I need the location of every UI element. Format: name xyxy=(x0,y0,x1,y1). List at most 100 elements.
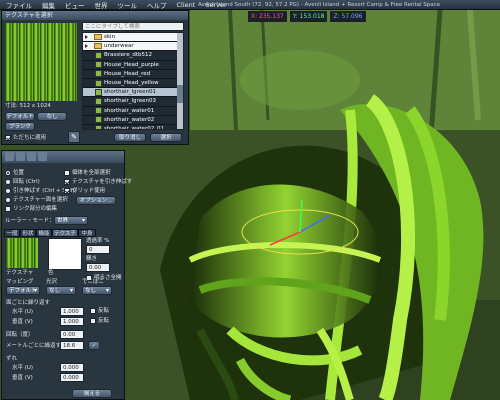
texture-folder-item[interactable]: skin xyxy=(83,33,183,43)
glow-input[interactable]: 0.00 xyxy=(86,263,110,272)
texture-list[interactable]: skin underwear Brassiere_dtb512 House_Head_… xyxy=(82,32,184,130)
cancel-button[interactable]: 取り消し xyxy=(114,133,146,142)
align-button[interactable]: 揃える xyxy=(72,389,112,398)
texture-list-item[interactable]: shorthair_water02 xyxy=(83,115,183,125)
v-scale-input[interactable]: 1.000 xyxy=(60,317,84,326)
menu-file[interactable]: ファイル xyxy=(6,0,32,10)
none-button[interactable]: なし xyxy=(37,112,67,121)
apply-now-checkbox[interactable] xyxy=(5,135,11,141)
texture-list-scrollbar[interactable] xyxy=(177,33,183,129)
build-tool-window: 位置 回転 (Ctrl) 引き伸ばす (Ctrl + Shift) テクスチャー… xyxy=(1,150,132,400)
select-face-radio[interactable] xyxy=(5,197,11,203)
blank-button[interactable]: ブランク xyxy=(5,122,35,131)
texture-list-item[interactable]: House_Head_red xyxy=(83,69,183,79)
tab-features[interactable]: 機能 xyxy=(36,229,52,237)
h-offset-input[interactable]: 0.000 xyxy=(60,363,84,372)
texture-icon xyxy=(95,116,102,124)
shininess-label: 光沢 xyxy=(46,279,58,285)
use-grid-label: グリッド使用 xyxy=(72,188,106,194)
eyedropper-icon[interactable]: ✎ xyxy=(68,131,80,143)
texture-list-item[interactable]: shorthair_lgreen03 xyxy=(83,97,183,107)
location-text: Avenli Island South (72, 92, 57.2 PG) - … xyxy=(198,2,441,8)
flip-h-label: 反転 xyxy=(98,308,110,314)
texture-list-item[interactable]: House_Head_yellow xyxy=(83,78,183,89)
grid-options-button[interactable]: オプション... xyxy=(76,196,116,205)
texture-item-label: Brassiere_dtb512 xyxy=(104,52,152,59)
position-radio[interactable] xyxy=(5,170,11,176)
texture-list-item[interactable]: shorthair_water02_01 xyxy=(83,124,183,129)
edit-linked-label: リンク部分の編集 xyxy=(13,206,58,212)
v-offset-label: 垂直 (V) xyxy=(12,375,33,381)
flip-v-checkbox[interactable] xyxy=(90,318,96,324)
position-radio-label: 位置 xyxy=(13,170,25,176)
select-all-checkbox[interactable] xyxy=(64,170,70,176)
expand-arrow-icon[interactable] xyxy=(85,35,88,40)
flip-v-label: 反転 xyxy=(98,318,110,324)
menu-client[interactable]: Client xyxy=(177,1,196,9)
edit-linked-checkbox[interactable] xyxy=(5,206,11,212)
glow-label: 輝き xyxy=(86,256,98,262)
bumpiness-select[interactable]: なし xyxy=(82,286,112,295)
select-button[interactable]: 選択 xyxy=(150,133,182,142)
texture-icon xyxy=(95,107,102,115)
rotation-input[interactable]: 0.00 xyxy=(60,330,84,339)
mapping-label: マッピング xyxy=(6,279,34,285)
texture-list-item[interactable]: shorthair_lgreen01 xyxy=(83,88,183,98)
move-tool-icon[interactable] xyxy=(5,152,14,161)
face-color-swatch[interactable] xyxy=(48,238,82,270)
menu-view[interactable]: ビュー xyxy=(65,0,85,10)
texture-picker-title: テクスチャを選択 xyxy=(2,11,188,20)
texture-folder-item[interactable]: underwear xyxy=(83,42,183,52)
apply-repeats-button[interactable]: ✓ xyxy=(88,341,100,350)
expand-arrow-icon[interactable] xyxy=(85,44,88,49)
tab-texture[interactable]: テクスチャ xyxy=(52,229,78,245)
transparency-input[interactable]: 0 xyxy=(86,245,110,254)
folder-icon xyxy=(94,34,102,41)
texture-picker-window: テクスチャを選択 寸法: 512 x 1024 デフォルト なし ブランク ただ… xyxy=(1,10,189,145)
ruler-mode-select[interactable]: 世界 xyxy=(54,216,88,225)
mapping-select[interactable]: デフォルト xyxy=(6,286,40,295)
menu-help[interactable]: ヘルプ xyxy=(147,0,167,10)
texture-preview xyxy=(5,23,77,101)
texture-icon xyxy=(95,88,102,96)
bumpiness-label: でこぼこ xyxy=(82,279,105,285)
rotate-tool-icon[interactable] xyxy=(16,152,25,161)
texture-list-item[interactable]: Brassiere_dtb512 xyxy=(83,51,183,61)
menu-edit[interactable]: 編集 xyxy=(42,0,55,10)
texture-item-label: skin xyxy=(104,34,116,40)
stretch-radio[interactable] xyxy=(5,188,11,194)
v-scale-label: 垂直 (V) xyxy=(12,319,33,325)
h-scale-input[interactable]: 1.000 xyxy=(60,307,84,316)
texture-icon xyxy=(95,125,102,129)
offset-label: ずれ xyxy=(6,356,18,362)
repeats-per-meter-input[interactable]: 18.6 xyxy=(60,341,84,350)
flip-h-checkbox[interactable] xyxy=(90,308,96,314)
rotation-label: 回転（度） xyxy=(6,332,34,338)
texture-list-scroll-thumb[interactable] xyxy=(177,85,183,103)
v-offset-input[interactable]: 0.000 xyxy=(60,373,84,382)
rotate-radio[interactable] xyxy=(5,179,11,185)
h-offset-label: 水平 (U) xyxy=(12,365,34,371)
face-texture-swatch[interactable] xyxy=(6,238,38,268)
stretch-textures-checkbox[interactable] xyxy=(64,179,70,185)
select-all-label: 個体を全部選択 xyxy=(72,170,111,176)
use-grid-checkbox[interactable] xyxy=(64,188,70,194)
coord-z: Z: 57.096 xyxy=(330,11,366,22)
shininess-select[interactable]: なし xyxy=(46,286,76,295)
texture-search-input[interactable]: ここにタイプして検索 xyxy=(82,22,184,31)
select-face-radio-label: テクスチャー面を選択 xyxy=(13,197,68,203)
texture-list-item[interactable]: shorthair_water01 xyxy=(83,106,183,116)
texture-list-item[interactable]: House_Head_purple xyxy=(83,60,183,70)
menu-tools[interactable]: ツール xyxy=(118,0,138,10)
create-tool-icon[interactable] xyxy=(27,152,36,161)
texture-swatch-label: テクスチャ xyxy=(6,270,34,276)
default-button[interactable]: デフォルト xyxy=(5,112,35,121)
texture-item-label: shorthair_water02 xyxy=(104,116,155,123)
menu-world[interactable]: 世界 xyxy=(95,0,108,10)
tab-object[interactable]: 形状 xyxy=(20,229,36,237)
texture-icon xyxy=(95,51,102,59)
texture-item-label: House_Head_yellow xyxy=(104,79,159,86)
tab-general[interactable]: 一般 xyxy=(4,229,20,237)
select-land-icon[interactable] xyxy=(38,152,47,161)
tab-content[interactable]: 中身 xyxy=(78,229,96,237)
